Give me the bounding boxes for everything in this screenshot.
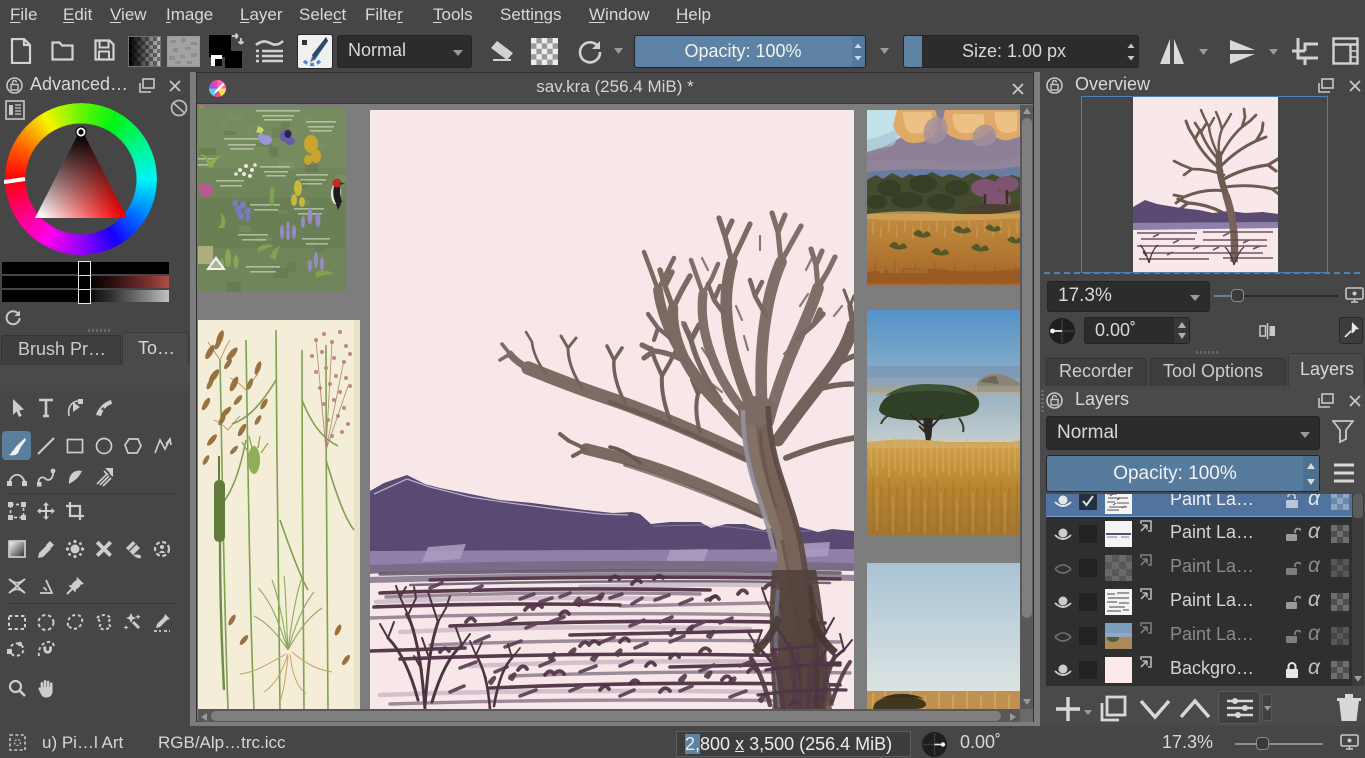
svg-text:W. Hollis Richards: W. Hollis Richards bbox=[879, 269, 928, 275]
